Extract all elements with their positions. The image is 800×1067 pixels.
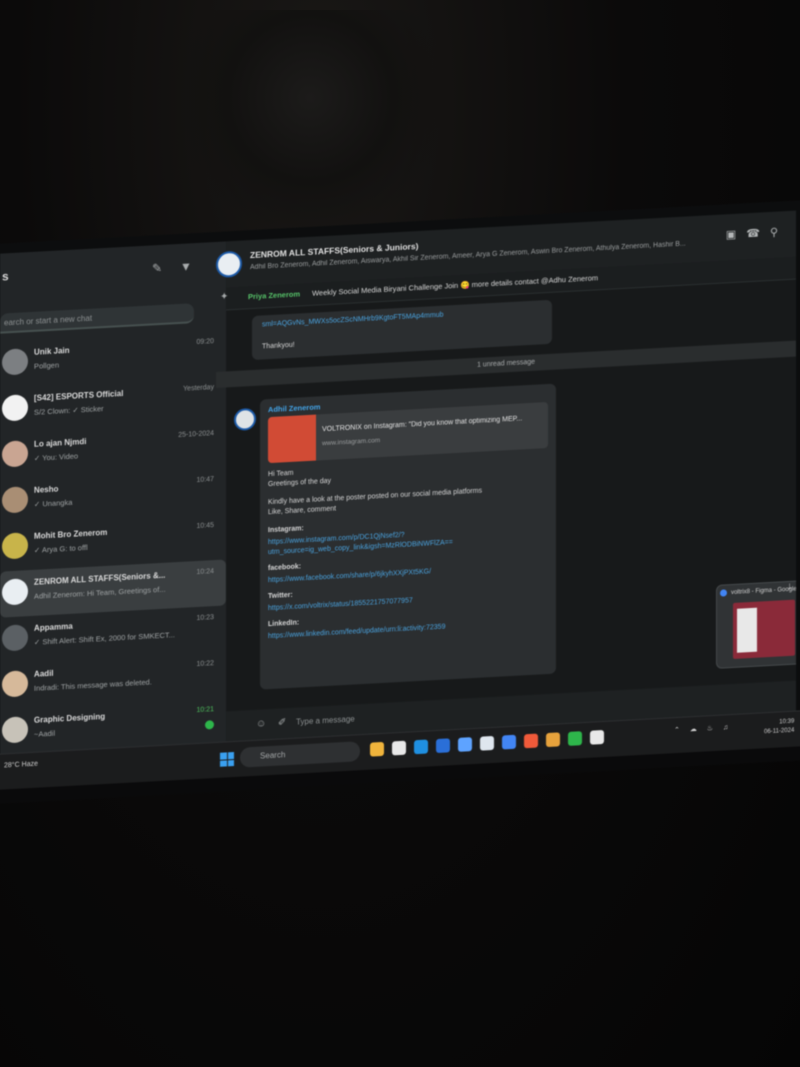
new-chat-icon[interactable]: ✎	[152, 261, 162, 276]
message-text: facebook:	[268, 563, 302, 573]
chat-name: Aadil	[34, 668, 54, 679]
chat-list: Unik Jain Pollgen 09:20 [S42] ESPORTS Offic…	[0, 329, 226, 753]
filter-icon[interactable]: ▼	[180, 259, 192, 274]
background-person	[180, 10, 440, 230]
chat-sidebar: s ✎ ▼ earch or start a new chat Unik Jai…	[0, 241, 227, 754]
chat-preview: ✓ Unangka	[34, 497, 73, 509]
chat-time: 10:47	[196, 476, 214, 485]
chat-avatar	[2, 348, 28, 376]
chat-name: Lo ajan Njmdi	[34, 436, 87, 449]
scroll-down-icon[interactable]: ↓	[787, 581, 792, 592]
message-link[interactable]: https://x.com/voltrix/status/18552217570…	[268, 597, 413, 612]
browser-thumbnail[interactable]: voltrix8 - Figma - Google Chro...	[716, 578, 796, 669]
message-text: Instagram:	[268, 525, 304, 535]
monitor: s ✎ ▼ earch or start a new chat Unik Jai…	[0, 200, 800, 804]
taskbar-app-icon[interactable]	[436, 738, 450, 754]
taskbar-app-icon[interactable]	[568, 731, 582, 746]
voice-call-icon[interactable]: ☎	[746, 227, 770, 240]
sidebar-title: s	[2, 269, 9, 284]
taskbar-app-icon[interactable]	[458, 737, 472, 752]
taskbar-clock[interactable]: 10:39 06-11-2024	[764, 718, 794, 738]
search-icon[interactable]: ⚲	[770, 226, 788, 239]
windows-start-icon[interactable]	[220, 752, 234, 767]
screen: s ✎ ▼ earch or start a new chat Unik Jai…	[0, 210, 796, 754]
sender-avatar[interactable]	[234, 407, 256, 432]
chat-name: Appamma	[34, 621, 73, 633]
chat-avatar	[2, 578, 28, 606]
message-bubble: Adhil Zenerom VOLTRONIX on Instagram: "D…	[260, 383, 556, 690]
chat-time: 10:45	[196, 522, 214, 531]
taskbar-app-icon[interactable]	[480, 735, 494, 751]
chat-preview: ✓ Arya G: to offl	[34, 542, 88, 555]
chat-preview: Indradi: This message was deleted.	[34, 677, 152, 693]
chat-time: 10:23	[196, 614, 214, 623]
chat-name: [S42] ESPORTS Official	[34, 388, 124, 403]
chrome-icon	[720, 589, 727, 597]
taskbar-app-icon[interactable]	[370, 741, 384, 757]
taskbar-app-icon[interactable]	[414, 739, 428, 755]
taskbar-search[interactable]: Search	[240, 741, 360, 768]
chat-panel: ZENROM ALL STAFFS(Seniors & Juniors) Adh…	[216, 210, 796, 742]
message-text: Like, Share, comment	[268, 505, 337, 517]
emoji-icon[interactable]: ☺	[256, 718, 266, 730]
chat-avatar	[2, 716, 28, 744]
previous-message-link[interactable]: sml=AQGvNs_MWXs5ocZScNMHrb9KgtoFT5MAp4mm…	[262, 312, 443, 329]
chat-name: Mohit Bro Zenerom	[34, 527, 108, 541]
chat-time: 10:24	[196, 568, 214, 577]
weather-widget[interactable]: 28°C Haze	[4, 761, 38, 770]
chat-preview: ~Aadil	[34, 728, 56, 739]
chat-time: 10:22	[196, 660, 214, 669]
link-preview-url: www.instagram.com	[322, 437, 381, 448]
chat-preview: S/2 Clown: ✓ Sticker	[34, 404, 104, 417]
taskbar-app-icon[interactable]	[524, 733, 538, 749]
chat-preview: Pollgen	[34, 360, 60, 371]
message-text: Kindly have a look at the poster posted …	[268, 487, 483, 507]
message-text: Greetings of the day	[268, 477, 332, 489]
previous-message: sml=AQGvNs_MWXs5ocZScNMHrb9KgtoFT5MAp4mm…	[252, 299, 552, 361]
chat-avatar	[2, 440, 28, 468]
unread-badge	[205, 720, 214, 730]
header-actions: ▣☎⚲	[726, 225, 788, 241]
message-text: Hi Team	[268, 469, 294, 479]
video-call-icon[interactable]: ▣	[726, 228, 746, 241]
chat-preview: ✓ You: Video	[34, 451, 79, 463]
chat-avatar	[2, 532, 28, 560]
taskbar-app-icon[interactable]	[546, 732, 560, 748]
message-text: LinkedIn:	[268, 619, 300, 629]
message-author[interactable]: Adhil Zenerom	[268, 402, 321, 414]
chat-time: 10:21	[196, 706, 214, 715]
link-preview-image	[268, 414, 316, 464]
message-input[interactable]: Type a message	[296, 714, 355, 726]
system-tray[interactable]: ⌃ ☁ ♨ ♫	[674, 723, 732, 734]
thumbnail-preview-page	[737, 607, 757, 653]
previous-message-text: Thankyou!	[262, 341, 295, 351]
chat-time: Yesterday	[183, 384, 214, 393]
chat-time: 09:20	[196, 338, 214, 347]
message-text: Twitter:	[268, 591, 293, 601]
chat-name: Unik Jain	[34, 345, 70, 357]
taskbar-app-icon[interactable]	[502, 734, 516, 750]
clock-date: 06-11-2024	[764, 727, 795, 736]
chat-time: 25-10-2024	[178, 430, 214, 440]
pin-icon: ✦	[220, 291, 229, 303]
chat-avatar	[2, 394, 28, 422]
chat-preview: ✓ Shift Alert: Shift Ex, 2000 for SMKECT…	[34, 630, 175, 647]
chat-name: ZENROM ALL STAFFS(Seniors &...	[34, 570, 166, 587]
sidebar-header: s ✎ ▼	[0, 241, 226, 299]
chat-avatar	[2, 486, 28, 514]
chat-name: Nesho	[34, 484, 59, 495]
chat-avatar	[2, 624, 28, 652]
chat-name: Graphic Designing	[34, 711, 106, 725]
link-preview-title: VOLTRONIX on Instagram: "Did you know th…	[322, 415, 523, 434]
group-avatar[interactable]	[216, 250, 242, 278]
pinned-author: Priya Zenerom	[248, 289, 301, 302]
chat-preview: Adhil Zenerom: Hi Team, Greetings of...	[34, 584, 166, 601]
chat-avatar	[2, 670, 28, 698]
search-input[interactable]: earch or start a new chat	[0, 303, 194, 334]
attach-icon[interactable]: ✐	[278, 717, 286, 728]
taskbar-app-icon[interactable]	[590, 729, 604, 745]
taskbar-app-icon[interactable]	[392, 740, 406, 756]
